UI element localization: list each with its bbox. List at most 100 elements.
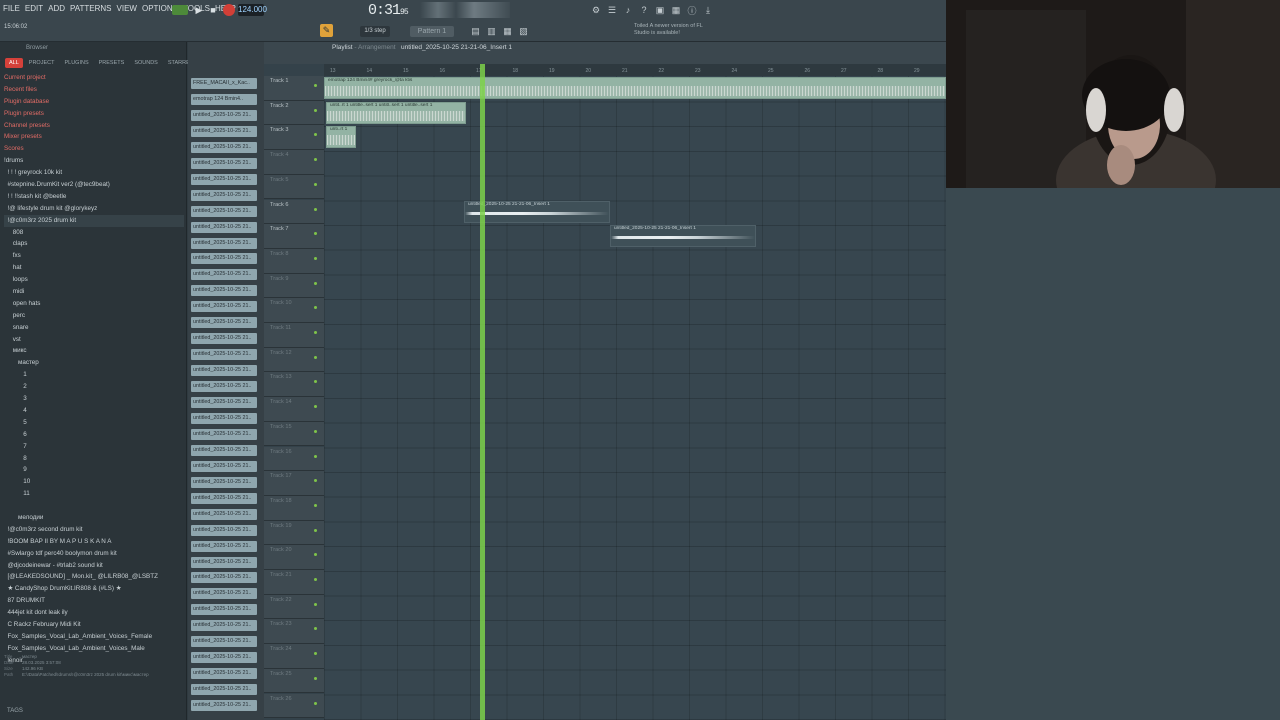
mic-icon[interactable]: ♪ <box>622 4 634 16</box>
menu-edit[interactable]: EDIT <box>25 4 43 13</box>
audio-clip[interactable]: emotrap 124 Bmin4# greyrock_@ta ktis <box>324 77 946 99</box>
track-active-led[interactable] <box>314 528 317 532</box>
picker-item[interactable]: untitled_2025-10-25 21.. <box>191 460 257 472</box>
browser-item[interactable]: 808 <box>4 227 184 239</box>
track-active-led[interactable] <box>314 355 317 359</box>
browser-tab-project[interactable]: PROJECT <box>25 58 59 68</box>
track-header[interactable]: Track 21 <box>264 570 324 595</box>
picker-item[interactable]: untitled_2025-10-25 21.. <box>191 189 257 201</box>
picker-item[interactable]: untitled_2025-10-25 21.. <box>191 109 257 121</box>
browser-item[interactable] <box>4 500 184 512</box>
picker-item[interactable]: untitled_2025-10-25 21.. <box>191 173 257 185</box>
browser-item[interactable]: !@c0m3rz second drum kit <box>4 524 184 536</box>
browser-tab-plugins[interactable]: PLUGINS <box>60 58 92 68</box>
browser-item[interactable]: loops <box>4 274 184 286</box>
browser-item[interactable]: ! ! ! greyrock 10k kit <box>4 167 184 179</box>
info-icon[interactable]: ⓘ <box>686 4 698 16</box>
browser-item[interactable]: C Rackz February Midi Kit <box>4 619 184 631</box>
picker-item[interactable]: untitled_2025-10-25 21.. <box>191 221 257 233</box>
browser-item[interactable]: !@c0m3rz 2025 drum kit <box>4 214 184 227</box>
gear-icon[interactable]: ⚙ <box>590 4 602 16</box>
download-icon[interactable]: ⤓ <box>702 4 714 16</box>
picker-item[interactable]: untitled_2025-10-25 21.. <box>191 125 257 137</box>
browser-item[interactable]: Mixer presets <box>4 131 184 143</box>
track-header[interactable]: Track 8 <box>264 248 324 274</box>
picker-item[interactable]: untitled_2025-10-25 21.. <box>191 476 257 488</box>
picker-item[interactable]: untitled_2025-10-25 21.. <box>191 412 257 424</box>
audio-clip[interactable]: untitled_2025-10-25 21-21-06_Insert 1 <box>464 200 610 223</box>
tags-label[interactable]: TAGS <box>7 708 23 714</box>
menu-view[interactable]: VIEW <box>117 4 137 13</box>
track-header[interactable]: Track 7 <box>264 224 324 249</box>
track-active-led[interactable] <box>314 232 317 236</box>
browser-item[interactable]: 3 <box>4 393 184 405</box>
browser-tab-all[interactable]: ALL <box>5 58 23 68</box>
track-header[interactable]: Track 13 <box>264 372 324 398</box>
track-active-led[interactable] <box>314 627 317 631</box>
browser-item[interactable]: Channel presets <box>4 120 184 132</box>
pat-song-toggle[interactable] <box>172 5 188 15</box>
picker-item[interactable]: untitled_2025-10-25 21.. <box>191 572 257 584</box>
track-active-led[interactable] <box>314 84 317 87</box>
browser-item[interactable]: !@ lifestyle drum kit @glorykeyz <box>4 203 184 215</box>
track-header[interactable]: Track 6 <box>264 199 324 225</box>
track-active-led[interactable] <box>314 207 317 211</box>
track-active-led[interactable] <box>314 429 317 433</box>
browser-item[interactable]: 444jet kit dont leak ily <box>4 607 184 619</box>
timeline-ruler[interactable]: 13 14 15 16 17 18 19 20 21 22 23 24 25 26 27 28 29 <box>324 64 946 76</box>
track-active-led[interactable] <box>314 380 317 384</box>
picker-item[interactable]: untitled_2025-10-25 21.. <box>191 444 257 456</box>
track-header[interactable]: Track 18 <box>264 495 324 521</box>
picker-item[interactable]: emotrap 124 Bmin4.. <box>191 93 257 105</box>
track-header[interactable]: Track 25 <box>264 668 324 694</box>
record-button[interactable] <box>223 4 235 16</box>
browser-item[interactable]: !BOOM BAP II BY M A P U S K A N A <box>4 536 184 548</box>
piano-roll-icon[interactable]: ▥ <box>486 26 497 37</box>
picker-item[interactable]: untitled_2025-10-25 21.. <box>191 668 257 680</box>
browser-item[interactable]: hat <box>4 262 184 274</box>
track-header[interactable]: Track 11 <box>264 323 324 348</box>
track-active-led[interactable] <box>314 701 317 705</box>
picker-item[interactable]: untitled_2025-10-25 21.. <box>191 285 257 297</box>
picker-item[interactable]: untitled_2025-10-25 21.. <box>191 604 257 616</box>
picker-item[interactable]: untitled_2025-10-25 21.. <box>191 620 257 632</box>
mixer-view-icon[interactable]: ▧ <box>518 26 529 37</box>
save-icon[interactable]: ▣ <box>654 4 666 16</box>
track-header[interactable]: Track 12 <box>264 347 324 373</box>
browser-item[interactable]: @djcodeinewar - #trlab2 sound kit <box>4 560 184 572</box>
track-active-led[interactable] <box>314 331 317 334</box>
audio-clip[interactable]: untit..rt 1 untitle..sert 1 untitl..sert… <box>326 101 466 124</box>
track-header[interactable]: Track 16 <box>264 446 324 472</box>
menu-add[interactable]: ADD <box>48 4 65 13</box>
track-active-led[interactable] <box>314 182 317 186</box>
track-active-led[interactable] <box>314 652 317 656</box>
browser-item[interactable]: Scores <box>4 143 184 155</box>
browser-item[interactable]: Plugin presets <box>4 108 184 120</box>
picker-item[interactable]: untitled_2025-10-25 21.. <box>191 253 257 265</box>
track-active-led[interactable] <box>314 503 317 507</box>
track-header[interactable]: Track 23 <box>264 619 324 645</box>
picker-item[interactable]: untitled_2025-10-25 21.. <box>191 684 257 696</box>
picker-item[interactable]: untitled_2025-10-25 21.. <box>191 301 257 313</box>
channel-rack-icon[interactable]: ▦ <box>502 26 513 37</box>
browser-item[interactable]: 7 <box>4 441 184 453</box>
picker-item[interactable]: untitled_2025-10-25 21.. <box>191 157 257 169</box>
browser-item[interactable]: 5 <box>4 417 184 429</box>
track-active-led[interactable] <box>314 405 317 409</box>
browser-item[interactable]: 6 <box>4 429 184 441</box>
track-active-led[interactable] <box>314 454 317 458</box>
track-header[interactable]: Track 19 <box>264 520 324 546</box>
browser-item[interactable]: Fox_Samples_Vocal_Lab_Ambient_Voices_Fem… <box>4 631 184 643</box>
track-header[interactable]: Track 5 <box>264 174 324 200</box>
browser-item[interactable]: 2 <box>4 381 184 393</box>
browser-item[interactable]: Fox_Samples_Vocal_Lab_Ambient_Voices_Mal… <box>4 643 184 655</box>
browser-item[interactable]: 1 <box>4 369 184 381</box>
audio-clip[interactable]: untitled_2025-10-25 21-21-06_Insert 1 <box>610 225 756 248</box>
picker-item[interactable]: untitled_2025-10-25 21.. <box>191 269 257 281</box>
browser-item[interactable]: !drums <box>4 155 184 167</box>
browser-item[interactable]: claps <box>4 238 184 250</box>
browser-item[interactable]: fxs <box>4 250 184 262</box>
track-active-led[interactable] <box>314 281 317 285</box>
play-button[interactable]: ▶ <box>193 4 205 16</box>
track-header[interactable]: Track 14 <box>264 397 324 422</box>
